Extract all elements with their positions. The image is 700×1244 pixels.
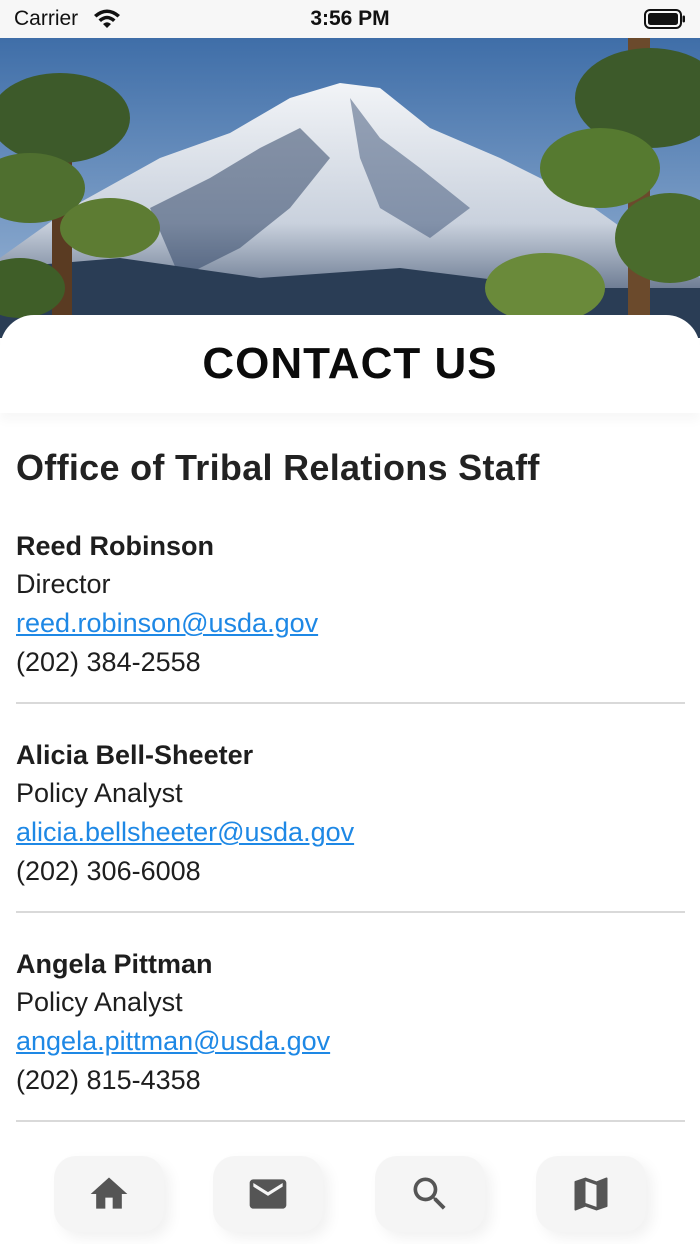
nav-home-button[interactable] xyxy=(54,1156,164,1232)
contact-list: Reed Robinson Director reed.robinson@usd… xyxy=(16,527,685,1154)
contact-phone[interactable]: (202) 384-2558 xyxy=(16,643,685,682)
section-title: Office of Tribal Relations Staff xyxy=(16,447,540,488)
home-icon xyxy=(90,1177,128,1209)
contact-role: Policy Analyst xyxy=(16,778,183,808)
contact-role: Director xyxy=(16,569,111,599)
contact-item: Reed Robinson Director reed.robinson@usd… xyxy=(16,527,685,704)
card-header: CONTACT US xyxy=(0,315,700,413)
contact-item: Alicia Bell-Sheeter Policy Analyst alici… xyxy=(16,736,685,913)
status-time: 3:56 PM xyxy=(310,7,390,30)
contact-phone[interactable]: (202) 815-4358 xyxy=(16,1061,685,1100)
bottom-nav xyxy=(0,1150,700,1244)
page-title: CONTACT US xyxy=(202,339,498,388)
nav-mail-button[interactable] xyxy=(213,1156,323,1232)
content-card: CONTACT US Office of Tribal Relations St… xyxy=(0,315,700,1244)
contact-phone[interactable]: (202) 306-6008 xyxy=(16,852,685,891)
contact-name: Angela Pittman xyxy=(16,949,213,979)
map-icon xyxy=(574,1177,608,1211)
nav-search-button[interactable] xyxy=(375,1156,485,1232)
hero-mountain-image xyxy=(0,38,700,338)
mail-icon xyxy=(249,1179,287,1209)
search-icon xyxy=(413,1177,446,1210)
contact-role: Policy Analyst xyxy=(16,987,183,1017)
contact-item: Angela Pittman Policy Analyst angela.pit… xyxy=(16,945,685,1122)
battery-icon xyxy=(644,9,685,29)
nav-map-button[interactable] xyxy=(536,1156,646,1232)
status-bar: Carrier 3:56 PM xyxy=(0,0,700,38)
contact-email-link[interactable]: reed.robinson@usda.gov xyxy=(16,604,318,643)
contact-email-link[interactable]: angela.pittman@usda.gov xyxy=(16,1022,330,1061)
contact-name: Alicia Bell-Sheeter xyxy=(16,740,254,770)
contact-email-link[interactable]: alicia.bellsheeter@usda.gov xyxy=(16,813,354,852)
contact-name: Reed Robinson xyxy=(16,531,215,561)
